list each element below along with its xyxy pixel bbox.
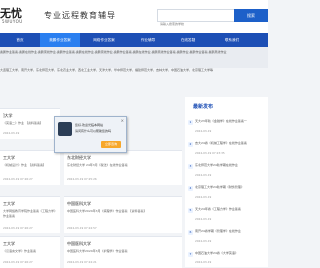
avatar [58,122,72,136]
rank-badge: 1 [188,120,193,125]
sidebar-title: 最新发布 [193,104,214,110]
search-input[interactable] [158,19,234,29]
article-desc: 中国医科大学2024年3月《病理学》作业答案 【资料答案】 [67,209,147,213]
search-button[interactable]: 搜索 [234,9,268,22]
sidebar-item-date: 2024-03-19 [195,260,212,264]
sidebar-item[interactable]: 南开24春学期《管理学》在线作业 [195,229,267,234]
article-date: 2024-03-19 07:26:27 [3,260,33,264]
header: 无忧 5WUYOU 专业远程教育辅导 搜索 [0,0,268,33]
sidebar-item[interactable]: 北京理工大学24秋学期《财务管理》 [195,185,267,190]
sidebar-item-date: 2024-03-19 07:23:35 [195,151,225,155]
sidebar-item[interactable]: 天大23年秋《金融学》在线作业答案一 [195,119,267,124]
article-card[interactable]: 工大学 大学网络教育学院作业答案《工程力学》作业答案 2024-03-19 07… [0,196,60,233]
close-icon[interactable]: × [121,118,124,123]
search-box [157,9,235,29]
article-desc: 大学网络教育学院作业答案《工程力学》作业答案 [3,209,58,218]
rank-badge: 5 [188,208,193,213]
nav-item-network[interactable]: 网络作业答案 [84,33,124,47]
nav-item-label: 联系我们 [224,38,240,42]
nav-item-label: 作业辅导 [140,38,156,42]
popup-greeting: 您好,欢迎光临本网站 [75,123,103,127]
article-date: 2024-03-19 07:26:27 [3,177,33,181]
nav-item-label: 奥鹏作业答案 [49,38,71,42]
article-date: 2024-03-19 07:25:26 [67,177,97,181]
category-links-text: 奥鹏作业答案,奥鹏在线作业,奥鹏离线作业,奥鹏作业答案,奥鹏在线作业,奥鹏离线作… [0,50,227,54]
sidebar-item[interactable]: 中国石油大学24春《大学英语》 [195,251,267,256]
search-button-label: 搜索 [247,12,255,18]
article-date: 2024-03-19 07:26:27 [3,226,33,230]
sidebar-item-date: 2024-03-19 [195,239,212,243]
rank-badge: 7 [188,252,193,257]
article-title[interactable]: 工大学 [3,155,15,161]
nav-item-qa[interactable]: 在线答疑 [168,33,208,47]
sidebar-item-date: 2024-03-19 [195,217,212,221]
article-date: 2024-03-19 [3,131,20,135]
nav-item-tutoring[interactable]: 作业辅导 [128,33,168,47]
sidebar-item[interactable]: 天大24年春《工程力学》作业答案 [195,207,267,212]
nav-item-aopeng[interactable]: 奥鹏作业答案 [40,33,80,47]
rank-badge: 3 [188,164,193,169]
article-date: 2024-03-19 07:24:57 [67,226,97,230]
article-title[interactable]: ]大学 [3,113,13,119]
sidebar-item[interactable]: 东北师范大学24秋学期在线作业 [195,163,267,168]
article-desc: 东北财经大学 24年3月《税法》在线作业答案 [67,163,128,167]
nav-item-contact[interactable]: 联系我们 [212,33,252,47]
article-desc: 《汉语言文学》作业答案 [3,249,37,253]
article-card[interactable]: 工大学 《汉语言文学》作业答案 2024-03-19 07:26:27 [0,236,60,268]
school-links[interactable]: 大连理工大学，南开大学，东北师范大学，东北农业大学，西北工业大学，天津大学，华中… [0,68,268,72]
chat-popup: × 您好,欢迎光临本网站 请问有什么可以帮助您的吗 立即咨询 [54,116,127,153]
logo-subtitle: 5WUYOU [2,19,23,24]
sidebar-item-date: 2024-03-19 [195,173,212,177]
consult-button-label: 立即咨询 [104,142,117,146]
sidebar-item-date: 2024-03-19 [195,195,212,199]
article-title[interactable]: 工大学 [3,241,15,247]
article-card[interactable]: ]大学 《英语二》作业 【资料答案】 2024-03-19 [0,108,60,139]
sidebar-item-date: 2024-03-19 [195,129,212,133]
consult-button[interactable]: 立即咨询 [101,141,121,148]
nav-item-label: 网络作业答案 [93,38,115,42]
slogan: 专业远程教育辅导 [44,11,116,20]
article-date: 2024-03-19 07:24:21 [67,260,97,264]
article-card[interactable]: 中国医科大学 中国医科大学2024年3月《病理学》作业答案 【资料答案】 202… [64,196,182,233]
rank-badge: 2 [188,142,193,147]
nav-item-home[interactable]: 首页 [0,33,40,47]
article-card[interactable]: 东北财经大学 东北财经大学 24年3月《税法》在线作业答案 2024-03-19… [64,150,182,185]
nav-item-label: 首页 [16,38,24,42]
article-card[interactable]: 工大学 《机械设计》作业 【资料答案】 2024-03-19 07:26:27 [0,150,60,185]
article-desc: 中国医科大学2024年3月《护理学》作业答案 [67,249,128,253]
article-title[interactable]: 中国医科大学 [67,241,91,247]
article-title[interactable]: 东北财经大学 [67,155,91,161]
article-title[interactable]: 工大学 [3,201,15,207]
nav-item-label: 在线答疑 [180,38,196,42]
article-title[interactable]: 中国医科大学 [67,201,91,207]
category-links[interactable]: 奥鹏作业答案,奥鹏在线作业,奥鹏离线作业,奥鹏作业答案,奥鹏在线作业,奥鹏离线作… [0,47,268,68]
main-nav: 首页 奥鹏作业答案 网络作业答案 作业辅导 在线答疑 联系我们 [0,33,268,47]
sidebar-item[interactable]: 吉大24春《机械工程学》在线作业答案 [195,141,267,146]
article-desc: 《机械设计》作业 【资料答案】 [3,163,46,167]
latest-sidebar: 最新发布 1 天大23年秋《金融学》在线作业答案一 2024-03-19 2 吉… [185,97,268,267]
article-card[interactable]: 中国医科大学 中国医科大学2024年3月《护理学》作业答案 2024-03-19… [64,236,182,268]
rank-badge: 6 [188,230,193,235]
rank-badge: 4 [188,186,193,191]
article-desc: 《英语二》作业 【资料答案】 [3,121,43,125]
popup-question: 请问有什么可以帮助您的吗 [75,129,112,133]
school-links-text: 大连理工大学，南开大学，东北师范大学，东北农业大学，西北工业大学，天津大学，华中… [0,68,214,72]
